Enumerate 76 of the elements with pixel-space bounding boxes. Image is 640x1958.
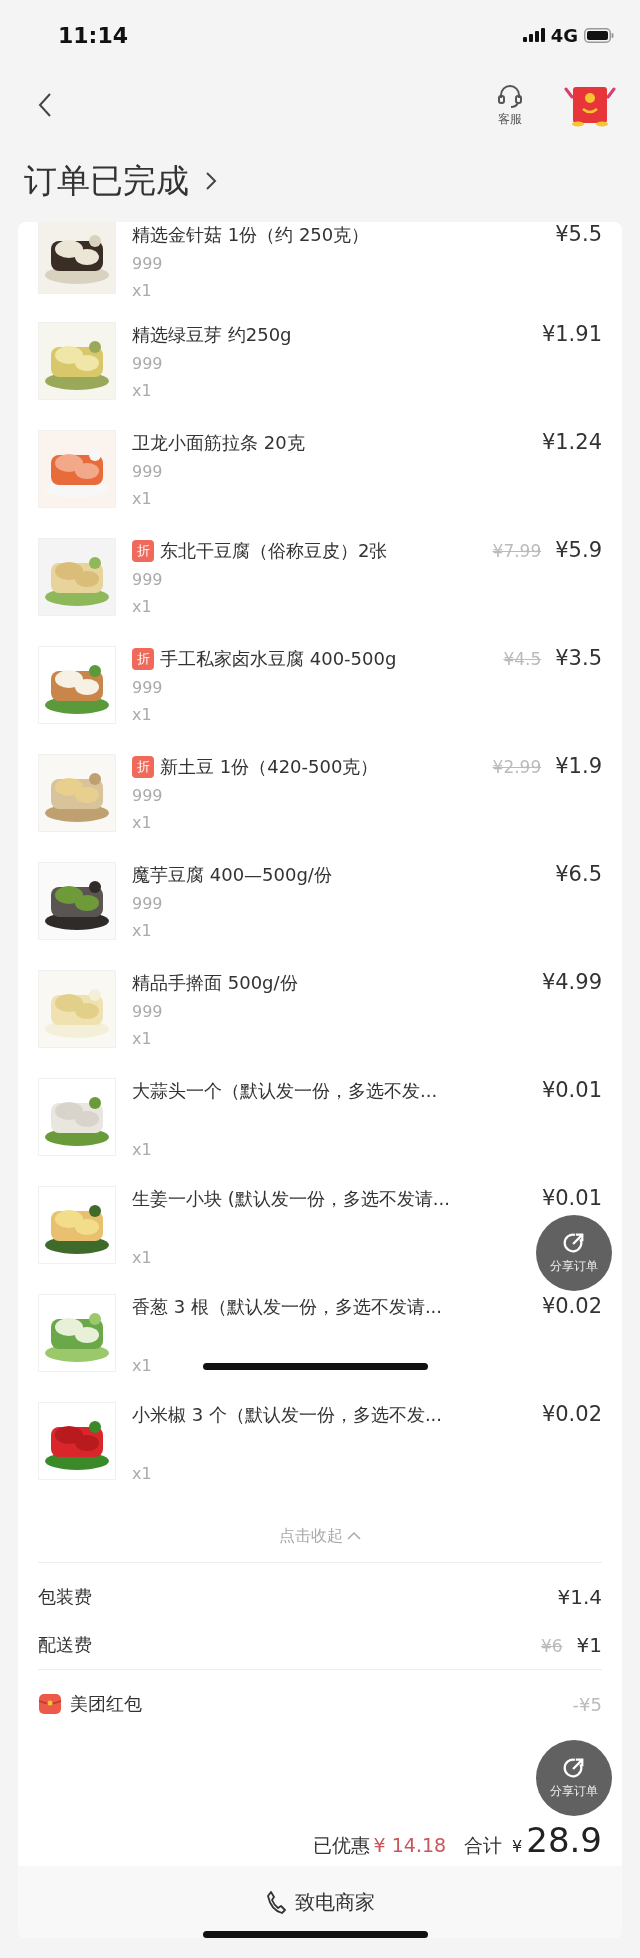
product-price: ¥6.5 <box>555 862 602 886</box>
product-name: 东北干豆腐（俗称豆皮）2张 <box>160 539 388 563</box>
chevron-right-icon <box>205 171 217 191</box>
product-quantity: x1 <box>132 1464 152 1483</box>
network-label: 4G <box>550 24 578 46</box>
original-price: ¥7.99 <box>492 541 542 561</box>
product-name: 卫龙小面筋拉条 20克 <box>132 431 305 455</box>
product-price: ¥4.99 <box>541 970 602 994</box>
product-name: 魔芋豆腐 400—500g/份 <box>132 863 332 887</box>
order-status-title[interactable]: 订单已完成 <box>0 140 217 222</box>
product-name: 大蒜头一个（默认发一份，多选不发... <box>132 1079 438 1103</box>
product-spec: 999 <box>132 786 163 805</box>
coupon-label: 美团红包 <box>70 1692 142 1716</box>
fee-label: 配送费 <box>38 1633 92 1657</box>
product-price: ¥0.01 <box>541 1078 602 1102</box>
back-button[interactable] <box>38 92 52 118</box>
product-spec: 999 <box>132 462 163 481</box>
product-quantity: x1 <box>132 813 152 832</box>
share-icon <box>562 1756 586 1780</box>
share-icon <box>562 1231 586 1255</box>
signal-icon <box>522 28 545 42</box>
product-spec: 999 <box>132 1002 163 1021</box>
product-spec: 999 <box>132 254 163 273</box>
fee-amount: ¥1 <box>576 1633 602 1657</box>
product-quantity: x1 <box>132 1029 152 1048</box>
product-quantity: x1 <box>132 1248 152 1267</box>
total-label: 合计 <box>464 1833 503 1858</box>
product-name: 新土豆 1份（420-500克） <box>160 755 379 779</box>
product-name: 生姜一小块 (默认发一份，多选不发请... <box>132 1187 450 1211</box>
product-spec: 999 <box>132 570 163 589</box>
caret-up-icon <box>347 1531 361 1541</box>
battery-icon <box>584 27 614 43</box>
coupon-icon <box>38 1692 62 1716</box>
product-quantity: x1 <box>132 705 152 724</box>
discount-badge: 折 <box>132 648 154 670</box>
product-spec: 999 <box>132 894 163 913</box>
product-quantity: x1 <box>132 921 152 940</box>
product-name: 香葱 3 根（默认发一份，多选不发请... <box>132 1295 443 1319</box>
product-quantity: x1 <box>132 489 152 508</box>
product-quantity: x1 <box>132 1140 152 1159</box>
product-quantity: x1 <box>132 381 152 400</box>
discount-label: 已优惠 <box>312 1833 370 1858</box>
product-quantity: x1 <box>132 597 152 616</box>
product-name: 精选金针菇 1份（约 250克） <box>132 223 370 247</box>
product-price: ¥1.9 <box>555 754 602 778</box>
product-price: ¥3.5 <box>555 646 602 670</box>
product-spec: 999 <box>132 354 163 373</box>
customer-service-button[interactable]: 客服 <box>496 82 524 128</box>
product-quantity: x1 <box>132 281 152 300</box>
fee-amount: ¥1.4 <box>557 1585 602 1609</box>
product-price: ¥0.01 <box>541 1186 602 1210</box>
total-amount: 28.9 <box>526 1820 602 1860</box>
product-price: ¥0.02 <box>541 1294 602 1318</box>
product-name: 精品手擀面 500g/份 <box>132 971 298 995</box>
product-price: ¥5.9 <box>555 538 602 562</box>
product-spec: 999 <box>132 678 163 697</box>
product-name: 手工私家卤水豆腐 400-500g <box>160 647 397 671</box>
product-price: ¥5.5 <box>555 222 602 246</box>
coupon-amount: -¥5 <box>572 1693 602 1715</box>
discount-amount: ¥ 14.18 <box>373 1834 447 1856</box>
product-price: ¥1.91 <box>541 322 602 346</box>
original-price: ¥2.99 <box>492 757 542 777</box>
fee-label: 包装费 <box>38 1585 92 1609</box>
product-price: ¥0.02 <box>541 1402 602 1426</box>
call-merchant-button[interactable]: 致电商家 <box>18 1866 622 1938</box>
discount-badge: 折 <box>132 540 154 562</box>
original-price: ¥4.5 <box>503 649 542 669</box>
status-time: 11:14 <box>58 22 129 48</box>
currency-symbol: ¥ <box>512 1837 523 1856</box>
phone-icon <box>265 1890 287 1914</box>
original-fee: ¥6 <box>540 1636 563 1656</box>
product-name: 小米椒 3 个（默认发一份，多选不发... <box>132 1403 443 1427</box>
discount-badge: 折 <box>132 756 154 778</box>
product-name: 精选绿豆芽 约250g <box>132 323 292 347</box>
product-quantity: x1 <box>132 1356 152 1375</box>
product-price: ¥1.24 <box>541 430 602 454</box>
